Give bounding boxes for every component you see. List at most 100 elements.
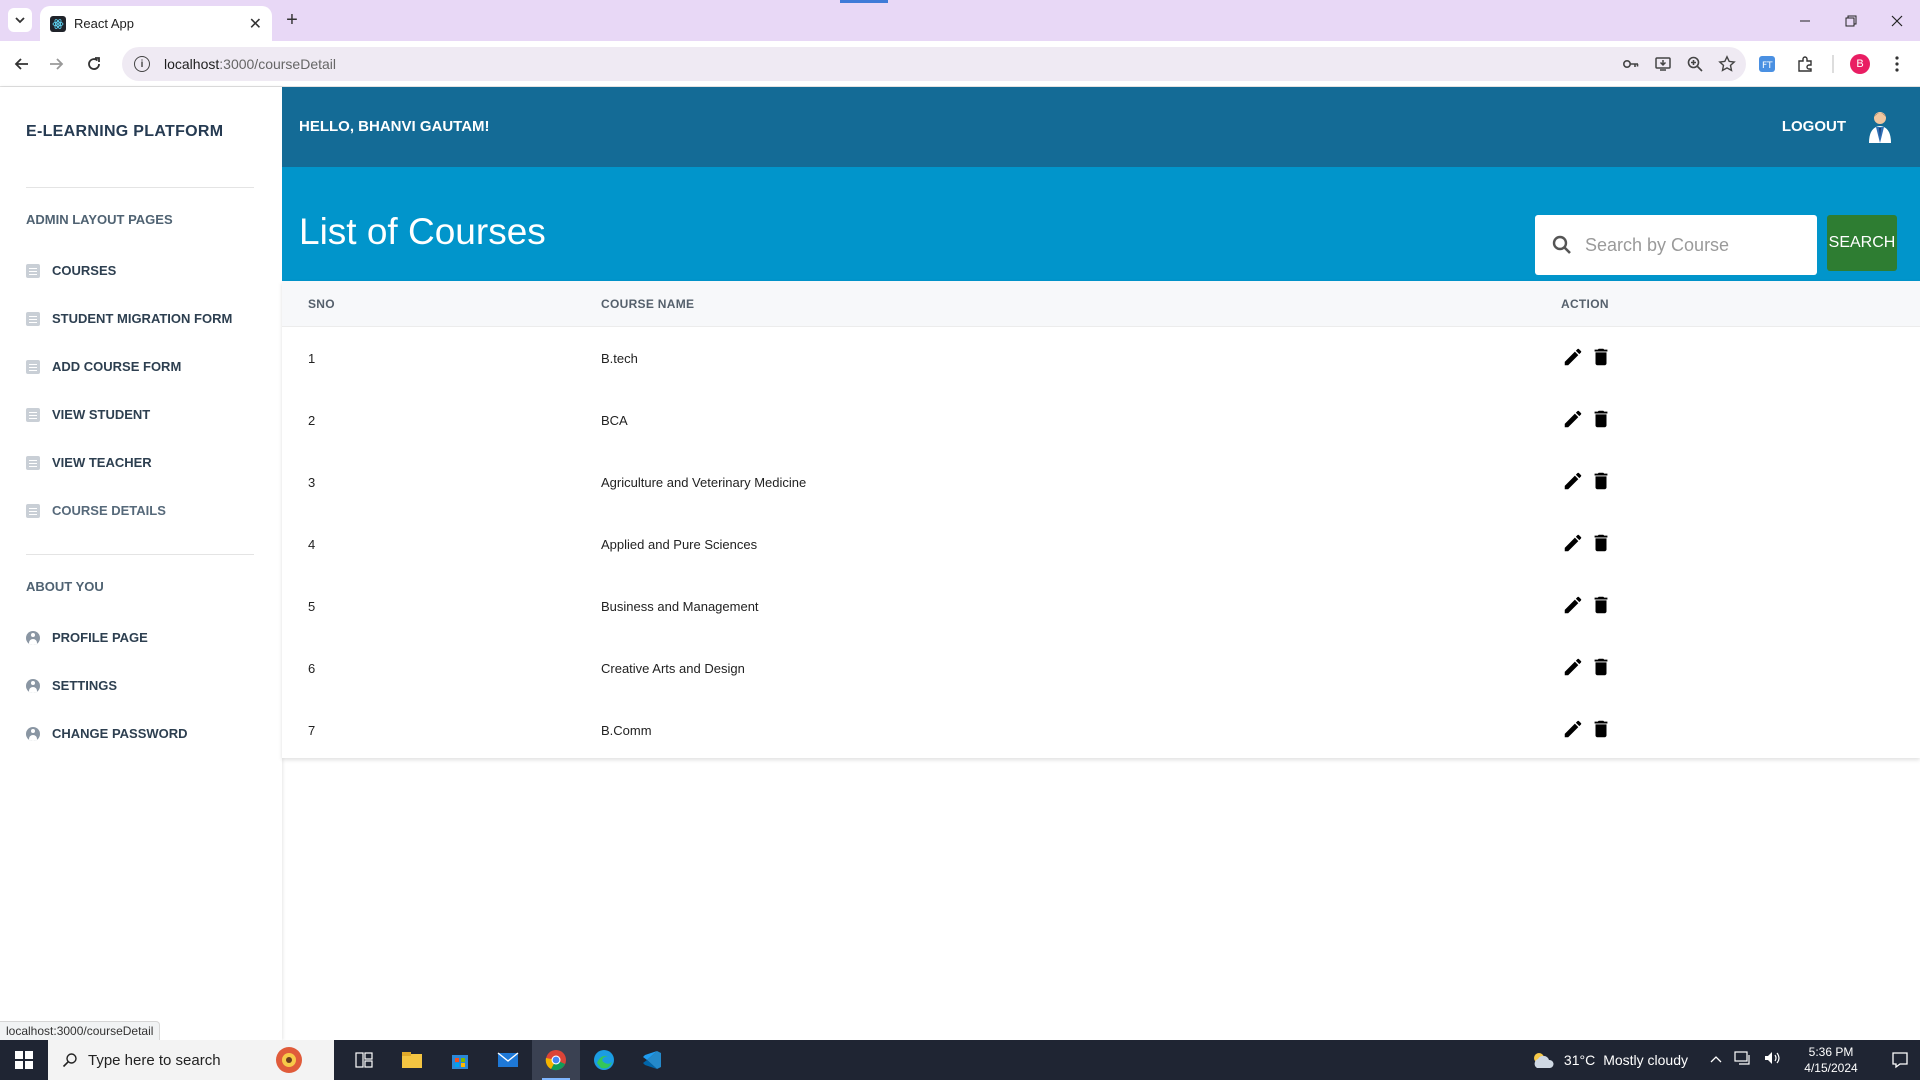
brand-title[interactable]: E-LEARNING PLATFORM bbox=[26, 123, 223, 141]
edit-pencil-icon[interactable] bbox=[1561, 469, 1585, 493]
delete-trash-icon[interactable] bbox=[1589, 593, 1613, 617]
user-avatar-icon[interactable] bbox=[1864, 109, 1896, 145]
tab-title: React App bbox=[74, 16, 134, 31]
delete-trash-icon[interactable] bbox=[1589, 655, 1613, 679]
sidebar-item-courses[interactable]: COURSES bbox=[26, 263, 116, 278]
taskbar-search-box[interactable]: Type here to search bbox=[48, 1040, 334, 1080]
edit-pencil-icon[interactable] bbox=[1561, 407, 1585, 431]
sidebar-divider bbox=[26, 554, 254, 555]
delete-trash-icon[interactable] bbox=[1589, 469, 1613, 493]
app-header: HELLO, BHANVI GAUTAM! LOGOUT bbox=[282, 87, 1920, 167]
delete-trash-icon[interactable] bbox=[1589, 345, 1613, 369]
password-key-icon[interactable] bbox=[1622, 55, 1640, 73]
site-info-icon[interactable]: i bbox=[134, 56, 150, 72]
minimize-icon[interactable] bbox=[1782, 0, 1828, 41]
file-explorer-icon[interactable] bbox=[388, 1040, 436, 1080]
edit-pencil-icon[interactable] bbox=[1561, 717, 1585, 741]
document-icon bbox=[26, 359, 40, 374]
table-row: 4 Applied and Pure Sciences bbox=[282, 513, 1920, 575]
delete-trash-icon[interactable] bbox=[1589, 531, 1613, 555]
windows-start-icon[interactable] bbox=[0, 1040, 48, 1080]
sidebar-item-profile-page[interactable]: PROFILE PAGE bbox=[26, 630, 148, 645]
network-icon[interactable] bbox=[1734, 1050, 1752, 1070]
react-favicon-icon bbox=[50, 15, 66, 32]
address-url[interactable]: localhost:3000/courseDetail bbox=[164, 56, 336, 72]
sidebar-item-label: PROFILE PAGE bbox=[52, 630, 148, 645]
browser-tab-active[interactable]: React App ✕ bbox=[40, 6, 272, 41]
delete-trash-icon[interactable] bbox=[1589, 717, 1613, 741]
account-circle-icon bbox=[26, 630, 40, 645]
sidebar-item-course-details[interactable]: COURSE DETAILS bbox=[26, 503, 166, 518]
cell-course-name: BCA bbox=[601, 413, 628, 428]
show-hidden-icons-chevron-icon[interactable] bbox=[1710, 1051, 1722, 1069]
extensions-puzzle-icon[interactable] bbox=[1794, 53, 1816, 75]
sidebar-item-label: ADD COURSE FORM bbox=[52, 359, 182, 374]
edit-pencil-icon[interactable] bbox=[1561, 345, 1585, 369]
table-row: 6 Creative Arts and Design bbox=[282, 637, 1920, 699]
address-bar[interactable]: i localhost:3000/courseDetail bbox=[122, 47, 1746, 81]
sidebar-item-view-teacher[interactable]: VIEW TEACHER bbox=[26, 455, 152, 470]
row-actions bbox=[1561, 655, 1613, 679]
table-row: 2 BCA bbox=[282, 389, 1920, 451]
cell-sno: 1 bbox=[308, 351, 316, 366]
delete-trash-icon[interactable] bbox=[1589, 407, 1613, 431]
account-circle-icon bbox=[26, 726, 40, 741]
volume-icon[interactable] bbox=[1764, 1051, 1782, 1070]
tray-icons bbox=[1710, 1050, 1782, 1070]
notification-center-icon[interactable] bbox=[1880, 1040, 1920, 1080]
bookmark-star-icon[interactable] bbox=[1718, 55, 1736, 73]
sidebar-item-label: VIEW TEACHER bbox=[52, 455, 152, 470]
sidebar-divider bbox=[26, 187, 254, 188]
sidebar-item-change-password[interactable]: CHANGE PASSWORD bbox=[26, 726, 188, 741]
sidebar-item-add-course-form[interactable]: ADD COURSE FORM bbox=[26, 359, 181, 374]
course-search-field[interactable] bbox=[1535, 215, 1817, 275]
vscode-icon[interactable] bbox=[628, 1040, 676, 1080]
taskbar-clock[interactable]: 5:36 PM 4/15/2024 bbox=[1796, 1044, 1866, 1076]
tab-search-button[interactable] bbox=[8, 8, 32, 32]
close-window-icon[interactable] bbox=[1874, 0, 1920, 41]
sidebar-item-view-student[interactable]: VIEW STUDENT bbox=[26, 407, 150, 422]
edit-pencil-icon[interactable] bbox=[1561, 593, 1585, 617]
mail-icon[interactable] bbox=[484, 1040, 532, 1080]
edit-pencil-icon[interactable] bbox=[1561, 531, 1585, 555]
tab-close-icon[interactable]: ✕ bbox=[249, 14, 262, 34]
new-tab-plus-icon[interactable]: + bbox=[280, 8, 304, 32]
clock-date: 4/15/2024 bbox=[1804, 1061, 1858, 1075]
course-search-input[interactable] bbox=[1585, 234, 1785, 256]
cell-course-name: Business and Management bbox=[601, 599, 759, 614]
search-button[interactable]: SEARCH bbox=[1827, 215, 1897, 271]
edit-pencil-icon[interactable] bbox=[1561, 655, 1585, 679]
reload-icon[interactable] bbox=[82, 52, 106, 76]
address-bar-actions bbox=[1622, 47, 1736, 81]
kebab-menu-icon[interactable] bbox=[1886, 53, 1908, 75]
zoom-icon[interactable] bbox=[1686, 55, 1704, 73]
account-circle-icon bbox=[26, 678, 40, 693]
sidebar-item-label: VIEW STUDENT bbox=[52, 407, 151, 422]
sidebar-item-label: COURSES bbox=[52, 263, 117, 278]
row-actions bbox=[1561, 717, 1613, 741]
extensions-area: FT B bbox=[1756, 52, 1908, 76]
cell-sno: 7 bbox=[308, 723, 316, 738]
extension-ft-icon[interactable]: FT bbox=[1756, 53, 1778, 75]
search-icon bbox=[1552, 235, 1571, 254]
table-row: 7 B.Comm bbox=[282, 699, 1920, 761]
row-actions bbox=[1561, 407, 1613, 431]
section-title-about: ABOUT YOU bbox=[26, 579, 104, 594]
edge-icon[interactable] bbox=[580, 1040, 628, 1080]
logout-button[interactable]: LOGOUT bbox=[1782, 118, 1846, 135]
install-app-icon[interactable] bbox=[1654, 55, 1672, 73]
weather-condition: Mostly cloudy bbox=[1603, 1052, 1688, 1068]
back-arrow-icon[interactable] bbox=[10, 52, 34, 76]
forward-arrow-icon[interactable] bbox=[44, 52, 68, 76]
cloudy-weather-icon bbox=[1533, 1053, 1554, 1068]
microsoft-store-icon[interactable] bbox=[436, 1040, 484, 1080]
windows-taskbar: Type here to search 31°C Mostly cloudy 5… bbox=[0, 1040, 1920, 1080]
chrome-icon[interactable] bbox=[532, 1040, 580, 1080]
row-actions bbox=[1561, 593, 1613, 617]
weather-widget[interactable]: 31°C Mostly cloudy bbox=[1530, 1050, 1688, 1070]
restore-icon[interactable] bbox=[1828, 0, 1874, 41]
sidebar-item-student-migration-form[interactable]: STUDENT MIGRATION FORM bbox=[26, 311, 232, 326]
browser-profile-avatar[interactable]: B bbox=[1850, 54, 1870, 74]
task-view-icon[interactable] bbox=[340, 1040, 388, 1080]
sidebar-item-settings[interactable]: SETTINGS bbox=[26, 678, 117, 693]
